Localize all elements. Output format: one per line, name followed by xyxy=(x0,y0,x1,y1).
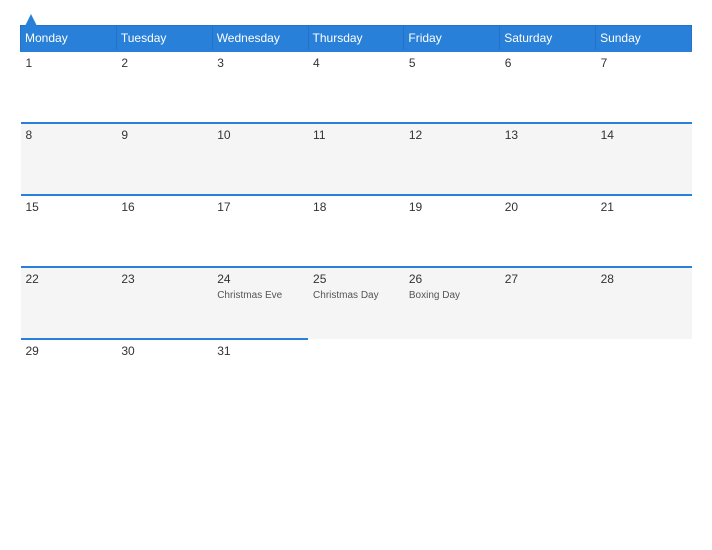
calendar-cell: 7 xyxy=(596,51,692,123)
day-number: 19 xyxy=(409,200,495,214)
calendar-week-row: 22 23 24 Christmas Eve 25 Christmas Day 26 Boxi… xyxy=(21,267,692,339)
day-number: 22 xyxy=(26,272,112,286)
logo-triangle-icon xyxy=(24,13,38,27)
calendar-cell: 23 xyxy=(116,267,212,339)
calendar-cell: 31 xyxy=(212,339,308,411)
calendar-page: MondayTuesdayWednesdayThursdayFridaySatu… xyxy=(0,0,712,550)
calendar-cell: 19 xyxy=(404,195,500,267)
day-number: 20 xyxy=(505,200,591,214)
calendar-week-row: 29 30 31 xyxy=(21,339,692,411)
calendar-cell: 25 Christmas Day xyxy=(308,267,404,339)
calendar-cell xyxy=(596,339,692,411)
calendar-cell: 17 xyxy=(212,195,308,267)
calendar-cell: 3 xyxy=(212,51,308,123)
event-label: Christmas Eve xyxy=(217,289,303,302)
calendar-week-row: 15 16 17 18 19 20 21 xyxy=(21,195,692,267)
day-number: 3 xyxy=(217,56,303,70)
weekday-header-saturday: Saturday xyxy=(500,26,596,52)
calendar-cell xyxy=(500,339,596,411)
day-number: 11 xyxy=(313,128,399,142)
day-number: 4 xyxy=(313,56,399,70)
calendar-cell xyxy=(404,339,500,411)
calendar-cell: 26 Boxing Day xyxy=(404,267,500,339)
day-number: 21 xyxy=(601,200,687,214)
day-number: 2 xyxy=(121,56,207,70)
calendar-cell: 10 xyxy=(212,123,308,195)
calendar-cell: 15 xyxy=(21,195,117,267)
day-number: 7 xyxy=(601,56,687,70)
day-number: 14 xyxy=(601,128,687,142)
calendar-cell: 13 xyxy=(500,123,596,195)
calendar-cell: 20 xyxy=(500,195,596,267)
day-number: 10 xyxy=(217,128,303,142)
day-number: 23 xyxy=(121,272,207,286)
weekday-header-tuesday: Tuesday xyxy=(116,26,212,52)
calendar-cell: 27 xyxy=(500,267,596,339)
calendar-cell: 16 xyxy=(116,195,212,267)
calendar-cell: 5 xyxy=(404,51,500,123)
logo xyxy=(20,15,38,27)
day-number: 25 xyxy=(313,272,399,286)
calendar-cell: 28 xyxy=(596,267,692,339)
day-number: 8 xyxy=(26,128,112,142)
day-number: 1 xyxy=(26,56,112,70)
calendar-cell: 21 xyxy=(596,195,692,267)
weekday-header-sunday: Sunday xyxy=(596,26,692,52)
event-label: Boxing Day xyxy=(409,289,495,302)
calendar-cell: 4 xyxy=(308,51,404,123)
day-number: 18 xyxy=(313,200,399,214)
day-number: 17 xyxy=(217,200,303,214)
calendar-cell: 6 xyxy=(500,51,596,123)
calendar-cell: 18 xyxy=(308,195,404,267)
day-number: 31 xyxy=(217,344,303,358)
day-number: 16 xyxy=(121,200,207,214)
day-number: 9 xyxy=(121,128,207,142)
calendar-cell: 12 xyxy=(404,123,500,195)
day-number: 5 xyxy=(409,56,495,70)
day-number: 28 xyxy=(601,272,687,286)
calendar-cell: 2 xyxy=(116,51,212,123)
day-number: 29 xyxy=(26,344,112,358)
calendar-week-row: 1234567 xyxy=(21,51,692,123)
day-number: 26 xyxy=(409,272,495,286)
weekday-header-thursday: Thursday xyxy=(308,26,404,52)
event-label: Christmas Day xyxy=(313,289,399,302)
calendar-cell: 14 xyxy=(596,123,692,195)
calendar-cell: 29 xyxy=(21,339,117,411)
calendar-cell: 30 xyxy=(116,339,212,411)
weekday-header-friday: Friday xyxy=(404,26,500,52)
calendar-week-row: 89 10 11 12 13 14 xyxy=(21,123,692,195)
calendar-cell: 24 Christmas Eve xyxy=(212,267,308,339)
weekday-header-row: MondayTuesdayWednesdayThursdayFridaySatu… xyxy=(21,26,692,52)
calendar-cell xyxy=(308,339,404,411)
day-number: 24 xyxy=(217,272,303,286)
calendar-cell: 9 xyxy=(116,123,212,195)
calendar-cell: 1 xyxy=(21,51,117,123)
day-number: 12 xyxy=(409,128,495,142)
calendar-cell: 22 xyxy=(21,267,117,339)
weekday-header-wednesday: Wednesday xyxy=(212,26,308,52)
day-number: 15 xyxy=(26,200,112,214)
day-number: 13 xyxy=(505,128,591,142)
calendar-cell: 8 xyxy=(21,123,117,195)
weekday-header-monday: Monday xyxy=(21,26,117,52)
day-number: 30 xyxy=(121,344,207,358)
day-number: 27 xyxy=(505,272,591,286)
calendar-table: MondayTuesdayWednesdayThursdayFridaySatu… xyxy=(20,25,692,411)
calendar-cell: 11 xyxy=(308,123,404,195)
day-number: 6 xyxy=(505,56,591,70)
